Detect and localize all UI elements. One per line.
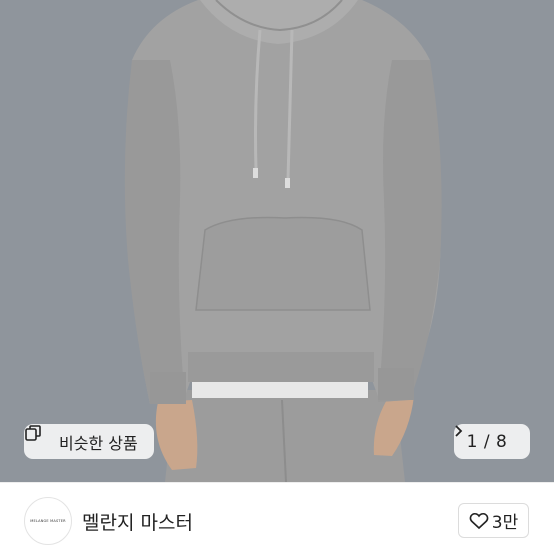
- like-count: 3만: [491, 513, 519, 533]
- image-counter[interactable]: 1 / 8: [454, 424, 530, 459]
- similar-items-button[interactable]: 비슷한 상품: [24, 424, 154, 459]
- similar-items-label: 비슷한 상품: [59, 433, 138, 453]
- similar-items-icon: [25, 425, 53, 451]
- shop-name[interactable]: 멜란지 마스터: [82, 508, 193, 535]
- heart-icon: [469, 512, 489, 530]
- shop-logo-text: MELANGE MASTER: [30, 519, 66, 523]
- shop-logo[interactable]: MELANGE MASTER: [24, 497, 72, 545]
- hoodie-illustration: [0, 0, 554, 482]
- image-counter-text: 1 / 8: [466, 431, 508, 452]
- shop-bar: MELANGE MASTER 멜란지 마스터 3만: [0, 482, 554, 554]
- product-image[interactable]: 비슷한 상품 1 / 8: [0, 0, 554, 482]
- like-button[interactable]: 3만: [458, 503, 529, 538]
